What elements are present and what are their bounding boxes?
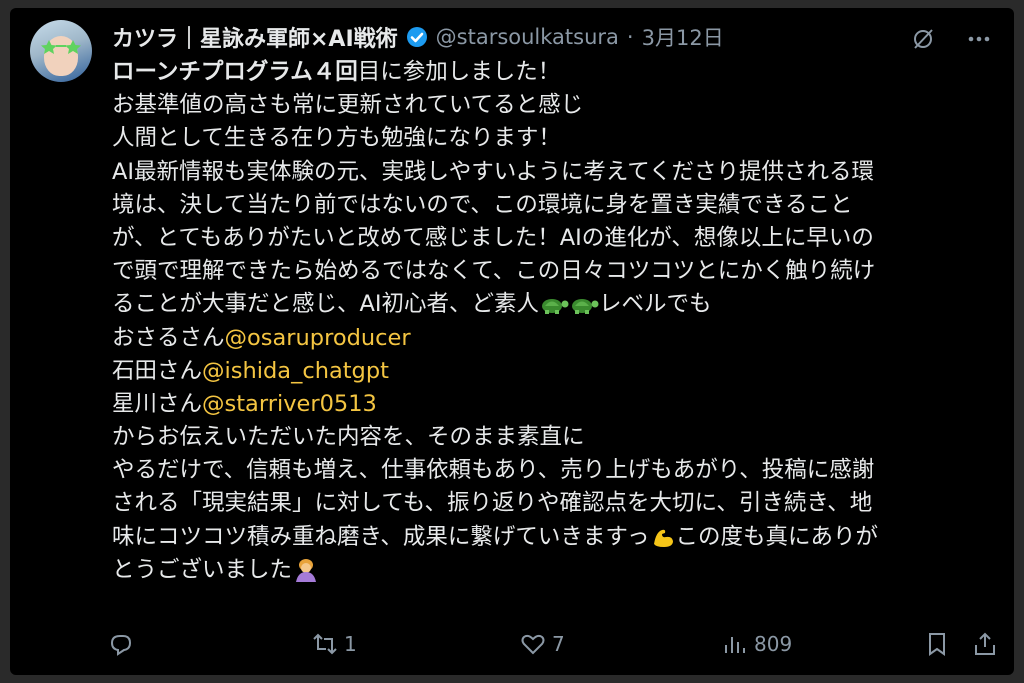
verified-badge-icon bbox=[406, 27, 427, 47]
text-span: レベルでも bbox=[599, 291, 712, 318]
muscle-emoji bbox=[653, 529, 673, 548]
text-line: やるだけで、信頼も増え、仕事依頼もあり、売り上げもあがり、投稿に感謝 bbox=[112, 457, 875, 484]
like-icon bbox=[521, 634, 545, 655]
text-line: お基準値の高さも常に更新されていてると感じ bbox=[112, 92, 584, 119]
turtle-emoji bbox=[542, 298, 569, 314]
action-bar: 1 7 809 bbox=[108, 624, 998, 664]
text-line: AI最新情報も実体験の元、実践しやすいように考えてくださり提供される環 bbox=[112, 158, 875, 185]
mention-link[interactable]: @starriver0513 bbox=[202, 391, 377, 417]
text-line: で頭で理解できたら始めるではなくて、この日々コツコツとにかく触り続け bbox=[112, 258, 876, 285]
text-line: ることが大事だと感じ、AI初心者、ど素人 レベルでも bbox=[112, 288, 1002, 321]
bookmark-icon bbox=[929, 633, 945, 656]
tweet-text: ローンチプログラム４回目に参加しました！ お基準値の高さも常に更新されていてると… bbox=[112, 56, 1002, 587]
tweet-card: カツラ｜星詠み軍師×AI戦術 @starsoulkatsura · 3月12日 … bbox=[10, 8, 1014, 675]
text-line: 人間として生きる在り方も勉強になります！ bbox=[112, 125, 561, 152]
author-handle[interactable]: @starsoulkatsura bbox=[436, 25, 619, 49]
text-line: が、とてもありがたいと改めて感じました！AIの進化が、想像以上に早いの bbox=[112, 224, 874, 251]
mention-prefix: 星川さん bbox=[112, 390, 203, 417]
views-icon bbox=[725, 637, 745, 653]
text-span: とうございました bbox=[112, 556, 293, 583]
share-button[interactable] bbox=[972, 624, 998, 664]
reply-button[interactable] bbox=[108, 624, 134, 664]
text-line: 星川さん@starriver0513 bbox=[112, 388, 1002, 421]
mention-link[interactable]: @osaruproducer bbox=[225, 325, 411, 351]
avatar[interactable] bbox=[30, 20, 92, 82]
tweet-header: カツラ｜星詠み軍師×AI戦術 @starsoulkatsura · 3月12日 bbox=[112, 20, 990, 54]
text-span: 目に参加しました！ bbox=[357, 59, 561, 85]
repost-icon bbox=[313, 633, 337, 655]
star-glasses-icon bbox=[41, 40, 81, 54]
mention-link[interactable]: @ishida_chatgpt bbox=[202, 358, 389, 384]
bookmark-button[interactable] bbox=[924, 624, 950, 664]
author-name[interactable]: カツラ｜星詠み軍師×AI戦術 bbox=[112, 21, 398, 53]
text-line: される「現実結果」に対しても、振り返りや確認点を大切に、引き続き、地 bbox=[112, 490, 873, 517]
grok-icon[interactable] bbox=[906, 22, 940, 56]
text-line: ローンチプログラム４回目に参加しました！ bbox=[112, 56, 1002, 89]
reply-icon bbox=[110, 635, 132, 656]
views-button[interactable]: 809 bbox=[722, 624, 792, 664]
text-line: からお伝えいただいた内容を、そのまま素直に bbox=[112, 424, 585, 451]
separator-dot: · bbox=[626, 25, 634, 49]
text-line: 石田さん@ishida_chatgpt bbox=[112, 355, 1002, 388]
text-span: ることが大事だと感じ、AI初心者、ど素人 bbox=[112, 291, 540, 318]
like-count: 7 bbox=[552, 632, 565, 656]
text-line: 味にコツコツ積み重ね磨き、成果に繋げていきますっ この度も真にありが bbox=[112, 521, 1002, 554]
mention-prefix: 石田さん bbox=[112, 357, 203, 384]
repost-count: 1 bbox=[344, 632, 357, 656]
bowing-person-emoji bbox=[296, 559, 317, 583]
turtle-emoji bbox=[572, 298, 599, 314]
text-line: おさるさん@osaruproducer bbox=[112, 322, 1002, 355]
mention-prefix: おさるさん bbox=[112, 324, 225, 351]
more-icon[interactable] bbox=[962, 22, 996, 56]
header-actions bbox=[906, 22, 996, 56]
text-line: 境は、決して当たり前ではないので、この環境に身を置き実績できること bbox=[112, 191, 853, 218]
repost-button[interactable]: 1 bbox=[312, 624, 357, 664]
text-span: 味にコツコツ積み重ね磨き、成果に繋げていきますっ bbox=[112, 523, 650, 550]
views-count: 809 bbox=[754, 632, 793, 656]
text-span: この度も真にありが bbox=[675, 523, 879, 550]
post-date[interactable]: 3月12日 bbox=[642, 22, 724, 52]
share-icon bbox=[975, 632, 995, 655]
program-title: ローンチプログラム４回 bbox=[112, 59, 358, 85]
like-button[interactable]: 7 bbox=[520, 624, 565, 664]
text-line: とうございました bbox=[112, 554, 1002, 587]
